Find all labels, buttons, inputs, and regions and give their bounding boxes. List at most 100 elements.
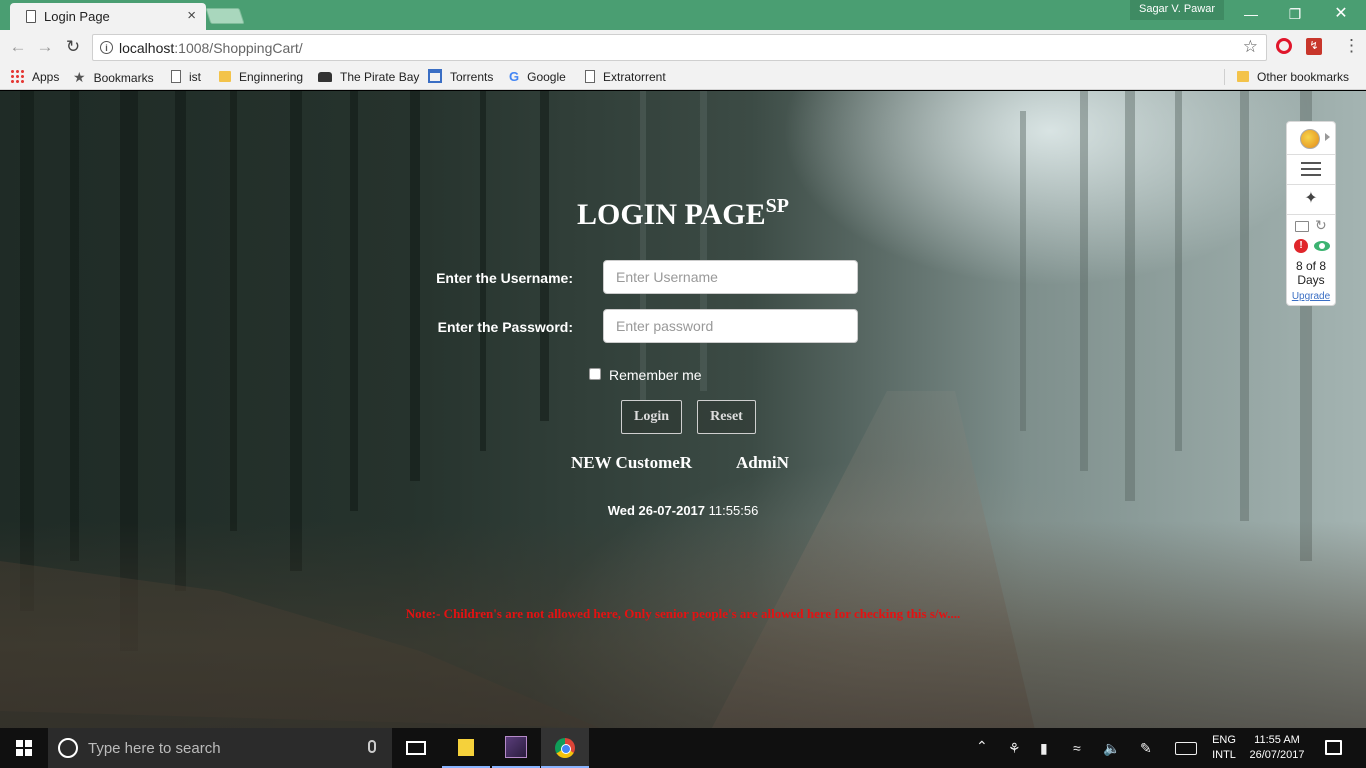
apps-grid-icon <box>10 69 24 83</box>
chrome-app[interactable] <box>541 728 589 768</box>
game-icon <box>505 736 527 758</box>
date-text: Wed 26-07-2017 <box>607 503 706 518</box>
windows-taskbar: Type here to search ⌃ ⚘ ▮ ≈ 🔈 ✎ ENG INTL … <box>0 728 1366 768</box>
search-placeholder: Type here to search <box>88 740 221 757</box>
date-time-display: Wed 26-07-2017 11:55:56 <box>0 503 1366 518</box>
bookmarks-bar: Apps ★ Bookmarks ist Enginnering The Pira… <box>0 64 1366 90</box>
trial-days-text: 8 of 8 Days <box>1287 259 1335 287</box>
title-superscript: SP <box>765 195 789 217</box>
upgrade-link[interactable]: Upgrade <box>1287 291 1335 302</box>
volume-icon[interactable]: 🔈 <box>1103 740 1120 757</box>
task-view-icon[interactable] <box>406 741 426 755</box>
bookmark-torrents[interactable]: Torrents <box>428 68 493 86</box>
url-host: localhost <box>119 40 175 56</box>
cortana-icon <box>58 738 78 758</box>
torrent-icon <box>428 69 442 83</box>
bookmark-apps[interactable]: Apps <box>10 68 59 86</box>
keyboard-layout: INTL <box>1212 749 1236 761</box>
bookmark-label: Enginnering <box>239 70 304 84</box>
show-hidden-icons-chevron-icon[interactable]: ⌃ <box>976 738 988 755</box>
language-indicator[interactable]: ENG INTL <box>1207 733 1241 763</box>
clock-time: 11:55 AM <box>1254 734 1300 746</box>
reset-button[interactable]: Reset <box>697 400 756 434</box>
folder-icon <box>1237 71 1249 82</box>
address-bar[interactable]: i localhost:1008/ShoppingCart/ ☆ <box>92 34 1267 61</box>
sticky-notes-icon <box>458 739 474 756</box>
bookmark-extratorrent[interactable]: Extratorrent <box>585 68 666 86</box>
bookmark-label: Apps <box>32 70 60 84</box>
bookmark-label: Google <box>527 70 566 84</box>
extension-logo-icon[interactable] <box>1300 129 1320 149</box>
battery-icon[interactable]: ▮ <box>1040 740 1048 757</box>
bookmark-star-icon[interactable]: ☆ <box>1243 37 1258 57</box>
admin-link[interactable]: AdmiN <box>736 453 789 473</box>
refresh-icon[interactable]: ↻ <box>1315 217 1327 234</box>
bookmark-label: ist <box>189 70 201 84</box>
trial-days-unit: Days <box>1297 273 1325 287</box>
restore-button[interactable]: ❐ <box>1272 2 1318 28</box>
back-arrow-icon[interactable]: ← <box>8 37 28 57</box>
reload-icon[interactable]: ↻ <box>63 37 83 57</box>
hamburger-menu-icon[interactable] <box>1301 162 1321 176</box>
pdf-extension-icon[interactable]: ↯ <box>1306 38 1322 55</box>
new-tab-button[interactable] <box>205 8 245 24</box>
divider <box>1287 184 1335 185</box>
login-button[interactable]: Login <box>621 400 682 434</box>
game-app[interactable] <box>492 728 540 768</box>
trial-days-count: 8 of 8 <box>1295 259 1327 273</box>
title-text: LOGIN PAGE <box>577 198 766 231</box>
cast-icon[interactable] <box>1295 221 1309 232</box>
bookmark-pirate-bay[interactable]: The Pirate Bay <box>318 68 419 86</box>
bookmark-enginnering[interactable]: Enginnering <box>219 68 303 86</box>
other-bookmarks[interactable]: Other bookmarks <box>1237 68 1349 86</box>
expand-arrow-icon[interactable] <box>1325 133 1330 141</box>
bookmark-label: The Pirate Bay <box>340 70 420 84</box>
remember-me-checkbox[interactable] <box>589 368 601 380</box>
magic-wand-icon[interactable]: ✦ <box>1301 189 1321 209</box>
taskbar-clock[interactable]: 11:55 AM 26/07/2017 <box>1245 733 1309 763</box>
password-input[interactable] <box>603 309 858 343</box>
bookmark-label: Extratorrent <box>603 70 666 84</box>
page-icon <box>171 70 181 83</box>
close-window-button[interactable]: ✕ <box>1318 2 1364 28</box>
bookmarks-divider <box>1224 69 1225 85</box>
language-code: ENG <box>1212 734 1236 746</box>
forward-arrow-icon[interactable]: → <box>35 37 55 57</box>
url-text[interactable]: localhost:1008/ShoppingCart/ <box>119 40 303 56</box>
touch-keyboard-icon[interactable] <box>1175 742 1197 755</box>
info-icon[interactable]: i <box>100 41 113 54</box>
divider <box>1287 154 1335 155</box>
windows-logo-icon <box>16 740 32 756</box>
google-icon: G <box>509 69 520 84</box>
username-label: Enter the Username: <box>436 270 573 286</box>
bookmark-google[interactable]: G Google <box>509 68 566 86</box>
new-customer-link[interactable]: NEW CustomeR <box>571 453 692 473</box>
remember-me-label[interactable]: Remember me <box>609 367 702 383</box>
time-text: 11:55:56 <box>708 503 759 518</box>
minimize-button[interactable]: — <box>1228 2 1274 28</box>
extension-panel: ✦ ↻ ! 8 of 8 Days Upgrade <box>1286 121 1336 306</box>
pen-workspace-icon[interactable]: ✎ <box>1140 740 1152 757</box>
alert-icon[interactable]: ! <box>1294 239 1308 253</box>
profile-name[interactable]: Sagar V. Pawar <box>1130 0 1224 20</box>
password-label: Enter the Password: <box>437 319 573 335</box>
bookmark-bookmarks[interactable]: ★ Bookmarks <box>73 68 154 86</box>
start-button[interactable] <box>0 728 48 768</box>
page-icon <box>585 70 595 83</box>
opera-extension-icon[interactable] <box>1276 38 1292 54</box>
microphone-icon[interactable] <box>368 740 376 753</box>
wifi-icon[interactable]: ≈ <box>1073 740 1081 756</box>
chrome-icon <box>555 738 575 758</box>
username-input[interactable] <box>603 260 858 294</box>
clock-date: 26/07/2017 <box>1249 749 1305 761</box>
eye-icon[interactable] <box>1314 241 1330 251</box>
network-status-icon[interactable]: ⚘ <box>1008 740 1021 757</box>
tab-login-page[interactable]: Login Page × <box>10 3 206 30</box>
close-tab-icon[interactable]: × <box>187 7 196 24</box>
bookmark-ist[interactable]: ist <box>171 68 201 86</box>
note-text: Note:- Children's are not allowed here, … <box>405 606 961 621</box>
taskbar-search-box[interactable]: Type here to search <box>48 728 392 768</box>
action-center-icon[interactable] <box>1325 740 1342 755</box>
browser-menu-icon[interactable]: ⋮ <box>1343 36 1360 56</box>
sticky-notes-app[interactable] <box>442 728 490 768</box>
